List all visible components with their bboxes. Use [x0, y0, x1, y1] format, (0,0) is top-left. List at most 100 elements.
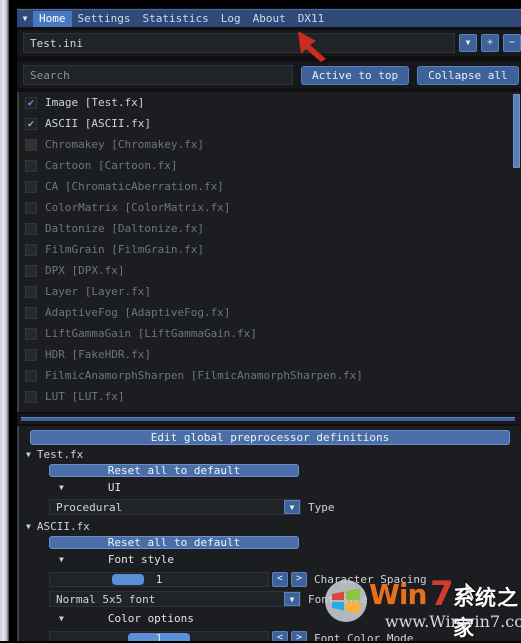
checkbox-icon[interactable]: [25, 243, 37, 256]
preset-toolbar: Test.ini ▼ + −: [17, 30, 521, 56]
checkbox-icon[interactable]: [25, 222, 37, 235]
list-item-label: Cartoon [Cartoon.fx]: [45, 159, 178, 172]
tab-bar: ▼ Home Settings Statistics Log About DX1…: [17, 9, 521, 27]
group-header-test-fx[interactable]: ▼ Test.fx: [19, 445, 521, 463]
list-item[interactable]: HDR [FakeHDR.fx]: [19, 344, 521, 365]
list-item[interactable]: Cartoon [Cartoon.fx]: [19, 155, 521, 176]
list-item[interactable]: Daltonize [Daltonize.fx]: [19, 218, 521, 239]
font-color-mode-decrement-button[interactable]: <: [272, 630, 288, 641]
list-item[interactable]: AdaptiveFog [AdaptiveFog.fx]: [19, 302, 521, 323]
checkbox-icon[interactable]: [25, 327, 37, 340]
subgroup-title: Font style: [107, 553, 175, 566]
checkbox-icon[interactable]: ✔: [25, 117, 37, 130]
checkbox-icon[interactable]: ✔: [25, 96, 37, 109]
effect-settings-panel: Edit global preprocessor definitions ▼ T…: [17, 426, 521, 641]
subgroup-header-color-options[interactable]: ▼ Color options: [19, 609, 521, 628]
checkbox-icon[interactable]: [25, 390, 37, 403]
list-item[interactable]: ColorMatrix [ColorMatrix.fx]: [19, 197, 521, 218]
list-item[interactable]: CA [ChromaticAberration.fx]: [19, 176, 521, 197]
list-item-label: Image [Test.fx]: [45, 96, 145, 109]
checkbox-icon[interactable]: [25, 285, 37, 298]
tab-log[interactable]: Log: [215, 11, 247, 27]
list-item[interactable]: ✔ Image [Test.fx]: [19, 92, 521, 113]
group-header-ascii-fx[interactable]: ▼ ASCII.fx: [19, 517, 521, 535]
triangle-down-icon: ▼: [59, 614, 64, 623]
control-row-font-color-mode: 1 < > Font Color Mode: [19, 628, 521, 641]
subgroup-header-ui[interactable]: ▼ UI: [19, 478, 521, 497]
slider-thumb[interactable]: [112, 573, 144, 585]
chevron-down-icon[interactable]: ▼: [284, 500, 300, 514]
list-item[interactable]: Layer [Layer.fx]: [19, 281, 521, 302]
character-spacing-value: 1: [155, 572, 163, 586]
list-item-label: LUT [LUT.fx]: [45, 390, 125, 403]
preset-path-input[interactable]: Test.ini: [23, 33, 455, 53]
list-item-label: Daltonize [Daltonize.fx]: [45, 222, 204, 235]
tab-settings[interactable]: Settings: [72, 11, 137, 27]
search-input[interactable]: Search: [23, 65, 293, 85]
preset-dropdown-button[interactable]: ▼: [459, 34, 477, 52]
chevron-down-icon[interactable]: ▼: [284, 592, 300, 606]
list-item-label: AdaptiveFog [AdaptiveFog.fx]: [45, 306, 231, 319]
tab-home[interactable]: Home: [33, 10, 72, 27]
checkbox-icon[interactable]: [25, 138, 37, 151]
font-size-combobox-value: Normal 5x5 font: [56, 592, 156, 606]
reset-all-to-default-button-test[interactable]: Reset all to default: [49, 464, 299, 477]
list-item[interactable]: FilmicAnamorphSharpen [FilmicAnamorphSha…: [19, 365, 521, 386]
list-item-label: FilmGrain [FilmGrain.fx]: [45, 243, 204, 256]
annotation-arrow: [298, 31, 326, 62]
list-item[interactable]: DPX [DPX.fx]: [19, 260, 521, 281]
font-color-mode-slider[interactable]: 1: [49, 630, 269, 641]
character-spacing-increment-button[interactable]: >: [291, 571, 307, 587]
subgroup-title: UI: [107, 481, 122, 494]
font-size-label: Font Size: [308, 592, 368, 606]
checkbox-icon[interactable]: [25, 180, 37, 193]
splitter-handle[interactable]: [21, 417, 515, 421]
active-to-top-button[interactable]: Active to top: [301, 65, 410, 85]
window-frame-left-inner: [9, 0, 17, 643]
effect-list-scrollbar[interactable]: [513, 94, 520, 168]
effect-list: ✔ Image [Test.fx] ✔ ASCII [ASCII.fx] Chr…: [17, 92, 521, 412]
add-preset-button[interactable]: +: [481, 34, 499, 52]
checkbox-icon[interactable]: [25, 159, 37, 172]
list-item-label: DPX [DPX.fx]: [45, 264, 125, 277]
subgroup-header-font-style[interactable]: ▼ Font style: [19, 550, 521, 569]
window-frame-left: [0, 0, 9, 643]
tab-statistics[interactable]: Statistics: [136, 11, 214, 27]
list-item-label: Layer [Layer.fx]: [45, 285, 151, 298]
list-item-label: FilmicAnamorphSharpen [FilmicAnamorphSha…: [45, 369, 363, 382]
triangle-down-icon: ▼: [26, 449, 31, 459]
checkbox-icon[interactable]: [25, 348, 37, 361]
reset-all-to-default-button-ascii[interactable]: Reset all to default: [49, 536, 299, 549]
list-item-label: Chromakey [Chromakey.fx]: [45, 138, 204, 151]
triangle-down-icon: ▼: [26, 521, 31, 531]
character-spacing-decrement-button[interactable]: <: [272, 571, 288, 587]
checkbox-icon[interactable]: [25, 201, 37, 214]
list-item-label: HDR [FakeHDR.fx]: [45, 348, 151, 361]
remove-preset-button[interactable]: −: [503, 34, 521, 52]
tab-dx11[interactable]: DX11: [292, 11, 331, 27]
list-item[interactable]: LiftGammaGain [LiftGammaGain.fx]: [19, 323, 521, 344]
tab-about[interactable]: About: [247, 11, 292, 27]
triangle-down-icon: ▼: [59, 555, 64, 564]
type-combobox[interactable]: Procedural ▼: [49, 499, 301, 515]
checkbox-icon[interactable]: [25, 306, 37, 319]
font-size-combobox[interactable]: Normal 5x5 font ▼: [49, 591, 301, 607]
font-color-mode-increment-button[interactable]: >: [291, 630, 307, 641]
triangle-down-icon: ▼: [59, 483, 64, 492]
edit-global-preprocessor-button[interactable]: Edit global preprocessor definitions: [30, 430, 510, 445]
collapse-all-button[interactable]: Collapse all: [417, 65, 519, 85]
control-row-font-size: Normal 5x5 font ▼ Font Size: [19, 589, 521, 609]
list-item[interactable]: FilmGrain [FilmGrain.fx]: [19, 239, 521, 260]
character-spacing-slider[interactable]: 1: [49, 571, 269, 587]
checkbox-icon[interactable]: [25, 369, 37, 382]
checkbox-icon[interactable]: [25, 264, 37, 277]
character-spacing-label: Character Spacing: [314, 572, 427, 586]
list-item[interactable]: Chromakey [Chromakey.fx]: [19, 134, 521, 155]
list-item[interactable]: ✔ ASCII [ASCII.fx]: [19, 113, 521, 134]
panel-splitter[interactable]: [17, 414, 521, 424]
group-title: ASCII.fx: [36, 519, 90, 533]
list-item[interactable]: LUT [LUT.fx]: [19, 386, 521, 407]
control-row-type: Procedural ▼ Type: [19, 497, 521, 517]
chevron-down-icon[interactable]: ▼: [17, 11, 33, 27]
list-item-label: ColorMatrix [ColorMatrix.fx]: [45, 201, 231, 214]
